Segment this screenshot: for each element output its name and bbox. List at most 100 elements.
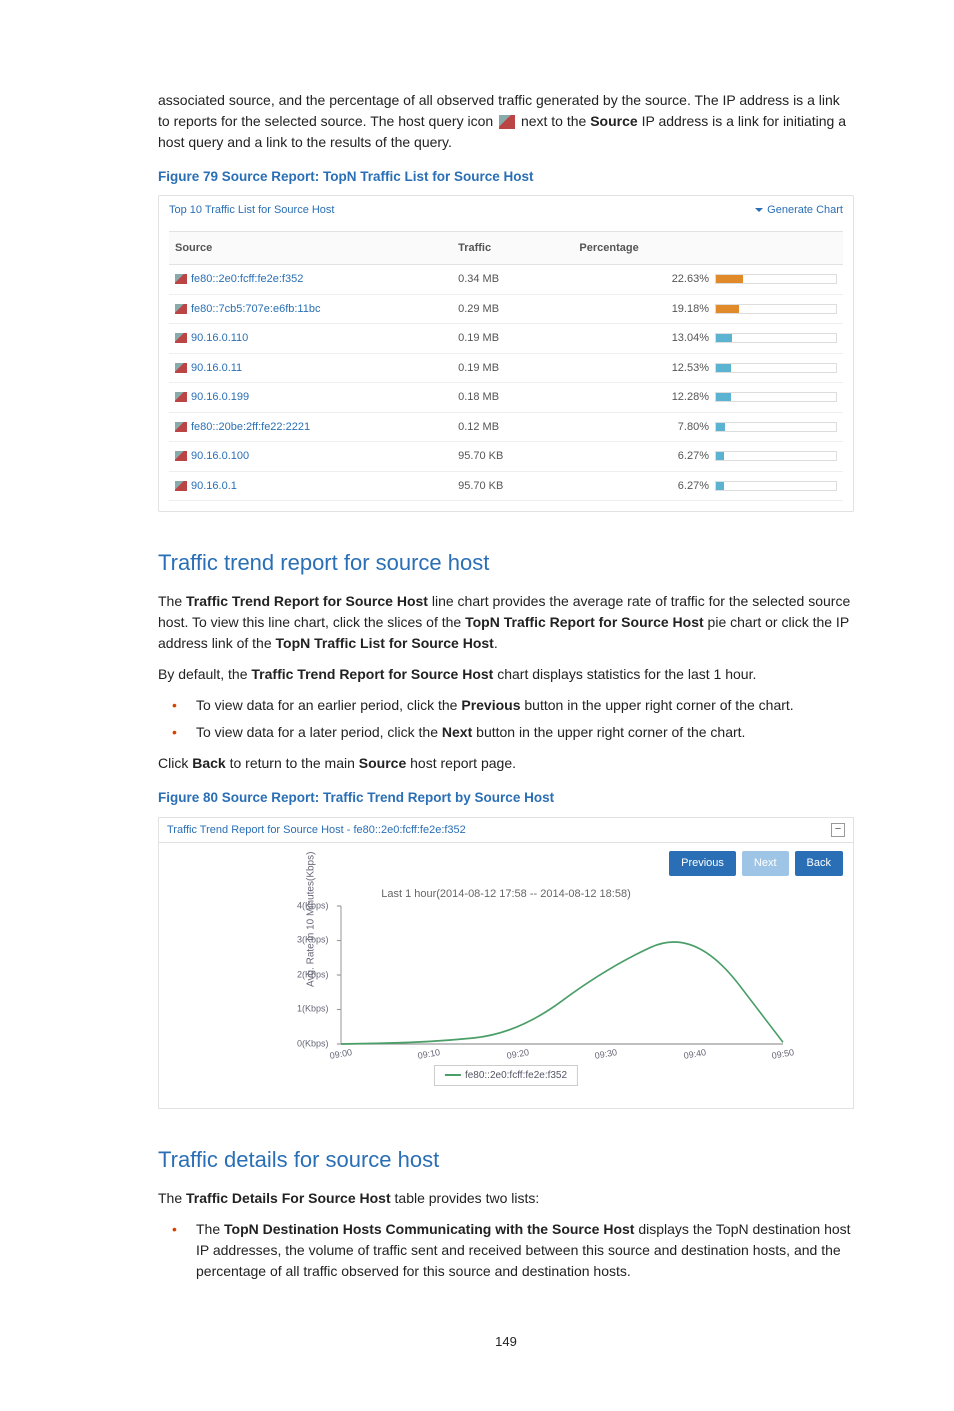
- source-ip-link[interactable]: 90.16.0.199: [191, 391, 249, 403]
- trend-paragraph-2: By default, the Traffic Trend Report for…: [158, 664, 854, 685]
- traffic-cell: 95.70 KB: [452, 442, 573, 472]
- topn-traffic-list-card: Top 10 Traffic List for Source Host Gene…: [158, 195, 854, 512]
- traffic-cell: 95.70 KB: [452, 471, 573, 501]
- host-query-icon[interactable]: [175, 333, 187, 343]
- text: By default, the: [158, 666, 251, 682]
- host-query-icon[interactable]: [175, 363, 187, 373]
- page-number: 149: [158, 1332, 854, 1352]
- table-row: 90.16.0.1990.18 MB12.28%: [169, 383, 843, 413]
- chart-area: Last 1 hour(2014-08-12 17:58 -- 2014-08-…: [169, 882, 843, 1092]
- col-percentage: Percentage: [573, 231, 843, 265]
- x-tick-label: 09:40: [682, 1046, 707, 1063]
- traffic-trend-chart-card: Traffic Trend Report for Source Host - f…: [158, 817, 854, 1109]
- y-tick-label: 1(Kbps): [297, 1002, 329, 1016]
- table-row: fe80::2e0:fcff:fe2e:f3520.34 MB22.63%: [169, 265, 843, 295]
- percentage-cell: 12.53%: [573, 353, 843, 383]
- host-query-icon[interactable]: [175, 392, 187, 402]
- text-bold: TopN Traffic Report for Source Host: [465, 614, 704, 630]
- y-tick-label: 2(Kbps): [297, 968, 329, 982]
- text: Click: [158, 755, 192, 771]
- x-tick-label: 09:30: [594, 1046, 619, 1063]
- intro-paragraph: associated source, and the percentage of…: [158, 90, 854, 153]
- table-row: fe80::7cb5:707e:e6fb:11bc 0.29 MB19.18%: [169, 294, 843, 324]
- previous-button[interactable]: Previous: [669, 851, 736, 876]
- host-query-icon: [499, 115, 515, 129]
- details-paragraph-1: The Traffic Details For Source Host tabl…: [158, 1188, 854, 1209]
- percentage-bar: [715, 304, 837, 314]
- collapse-icon[interactable]: −: [831, 823, 845, 837]
- source-ip-link[interactable]: 90.16.0.11: [191, 362, 242, 374]
- generate-chart-link[interactable]: Generate Chart: [755, 202, 843, 219]
- list-item: To view data for an earlier period, clic…: [158, 695, 854, 716]
- text-bold: Next: [442, 724, 472, 740]
- y-tick-label: 4(Kbps): [297, 899, 329, 913]
- percentage-bar: [715, 451, 837, 461]
- legend-line-icon: [445, 1074, 461, 1076]
- text: The: [158, 1190, 186, 1206]
- y-tick-label: 3(Kbps): [297, 933, 329, 947]
- percentage-cell: 6.27%: [573, 442, 843, 472]
- text-bold: TopN Destination Hosts Communicating wit…: [224, 1221, 634, 1237]
- section-traffic-details-heading: Traffic details for source host: [158, 1143, 854, 1176]
- host-query-icon[interactable]: [175, 274, 187, 284]
- text: button in the upper right corner of the …: [476, 724, 745, 740]
- percentage-bar: [715, 481, 837, 491]
- text-bold: Previous: [461, 697, 520, 713]
- source-ip-link[interactable]: fe80::2e0:fcff:fe2e:f352: [191, 273, 303, 285]
- source-ip-link[interactable]: fe80::20be:2ff:fe22:2221: [191, 421, 310, 433]
- text: table provides two lists:: [395, 1190, 540, 1206]
- back-button[interactable]: Back: [795, 851, 843, 876]
- traffic-cell: 0.18 MB: [452, 383, 573, 413]
- host-query-icon[interactable]: [175, 422, 187, 432]
- text-bold: Traffic Details For Source Host: [186, 1190, 391, 1206]
- figure-79-caption: Figure 79 Source Report: TopN Traffic Li…: [158, 167, 854, 187]
- text: The: [158, 593, 186, 609]
- percentage-cell: 13.04%: [573, 324, 843, 354]
- host-query-icon[interactable]: [175, 451, 187, 461]
- text-bold: Source: [359, 755, 406, 771]
- generate-chart-label: Generate Chart: [767, 204, 843, 216]
- text: host report page.: [410, 755, 516, 771]
- y-axis-label: Avg. Rate in 10 Minutes(Kbps): [304, 851, 319, 986]
- x-tick-label: 09:00: [329, 1046, 354, 1063]
- figure-80-caption: Figure 80 Source Report: Traffic Trend R…: [158, 788, 854, 808]
- line-chart-plot: 0(Kbps)1(Kbps)2(Kbps)3(Kbps)4(Kbps)09:00…: [341, 906, 783, 1044]
- percentage-cell: 19.18%: [573, 294, 843, 324]
- traffic-cell: 0.19 MB: [452, 324, 573, 354]
- source-ip-link[interactable]: 90.16.0.100: [191, 450, 249, 462]
- text: to return to the main: [230, 755, 359, 771]
- text: To view data for an earlier period, clic…: [196, 697, 461, 713]
- text-bold: Source: [590, 113, 637, 129]
- source-ip-link[interactable]: 90.16.0.110: [191, 332, 248, 344]
- percentage-bar: [715, 363, 837, 373]
- percentage-cell: 7.80%: [573, 412, 843, 442]
- host-query-icon[interactable]: [175, 304, 187, 314]
- col-traffic: Traffic: [452, 231, 573, 265]
- source-ip-link[interactable]: fe80::7cb5:707e:e6fb:11bc: [191, 303, 320, 315]
- percentage-cell: 6.27%: [573, 471, 843, 501]
- chart-legend: fe80::2e0:fcff:fe2e:f352: [434, 1065, 578, 1086]
- next-button[interactable]: Next: [742, 851, 789, 876]
- text-bold: TopN Traffic List for Source Host: [276, 635, 494, 651]
- text-bold: Back: [192, 755, 225, 771]
- percentage-cell: 22.63%: [573, 265, 843, 295]
- legend-label: fe80::2e0:fcff:fe2e:f352: [465, 1070, 567, 1081]
- text: To view data for a later period, click t…: [196, 724, 442, 740]
- percentage-bar: [715, 422, 837, 432]
- x-tick-label: 09:50: [771, 1046, 796, 1063]
- text: The: [196, 1221, 224, 1237]
- chart-time-range: Last 1 hour(2014-08-12 17:58 -- 2014-08-…: [169, 882, 843, 903]
- table-row: 90.16.0.110 0.19 MB13.04%: [169, 324, 843, 354]
- card-title: Top 10 Traffic List for Source Host: [169, 202, 334, 219]
- source-ip-link[interactable]: 90.16.0.1: [191, 480, 237, 492]
- x-tick-label: 09:10: [417, 1046, 442, 1063]
- percentage-bar: [715, 392, 837, 402]
- host-query-icon[interactable]: [175, 481, 187, 491]
- dropdown-icon: [755, 208, 763, 212]
- traffic-cell: 0.12 MB: [452, 412, 573, 442]
- traffic-cell: 0.29 MB: [452, 294, 573, 324]
- traffic-list-table: Source Traffic Percentage fe80::2e0:fcff…: [169, 231, 843, 502]
- col-source: Source: [169, 231, 452, 265]
- section-traffic-trend-heading: Traffic trend report for source host: [158, 546, 854, 579]
- list-item: To view data for a later period, click t…: [158, 722, 854, 743]
